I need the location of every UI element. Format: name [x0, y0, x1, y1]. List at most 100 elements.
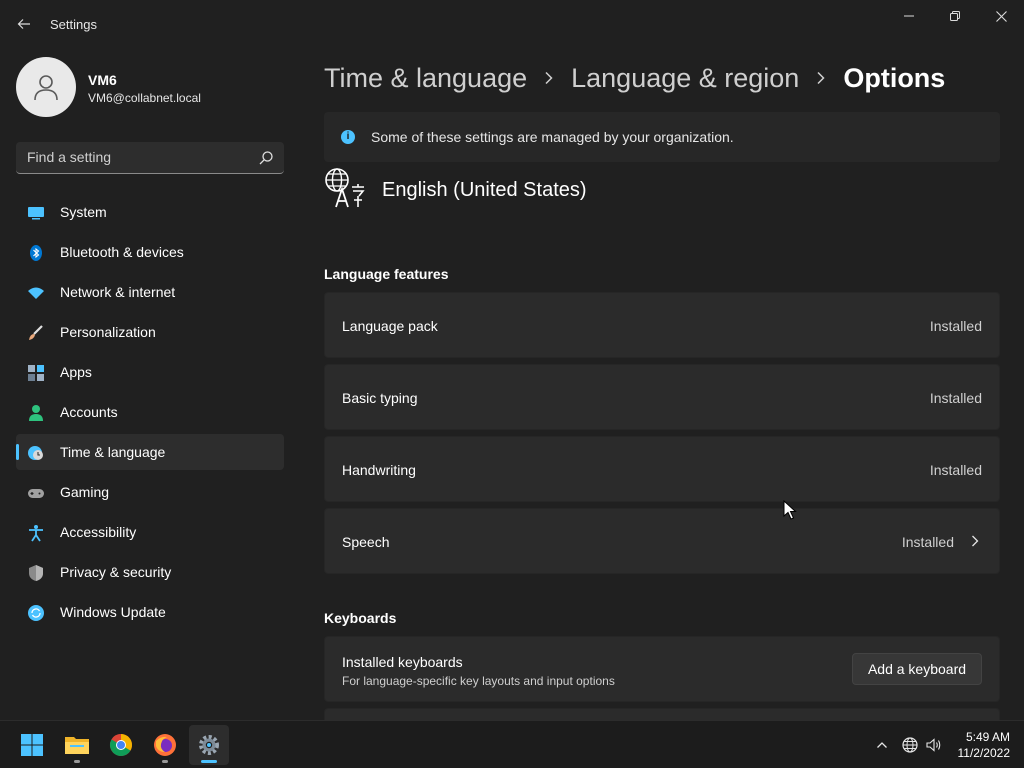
sidebar-item-gaming[interactable]: Gaming — [16, 474, 284, 510]
user-email: VM6@collabnet.local — [88, 91, 201, 105]
sidebar-item-label: Accounts — [60, 404, 118, 420]
taskbar: 5:49 AM 11/2/2022 — [0, 720, 1024, 768]
breadcrumb-item-language-region[interactable]: Language & region — [571, 63, 799, 94]
sidebar-item-accounts[interactable]: Accounts — [16, 394, 284, 430]
sidebar-item-label: Network & internet — [60, 284, 176, 300]
sidebar-item-label: Personalization — [60, 324, 156, 340]
chevron-right-icon — [817, 71, 825, 85]
active-indicator — [201, 760, 217, 763]
info-icon: i — [341, 130, 355, 144]
breadcrumb: Time & language Language & region Option… — [324, 58, 945, 98]
user-name: VM6 — [88, 72, 117, 88]
sidebar-item-windows-update[interactable]: Windows Update — [16, 594, 284, 630]
sidebar-item-label: Windows Update — [60, 604, 166, 620]
breadcrumb-item-time-language[interactable]: Time & language — [324, 63, 527, 94]
chrome-icon — [110, 734, 132, 756]
sidebar-item-label: Privacy & security — [60, 564, 172, 580]
volume-button[interactable] — [924, 735, 944, 755]
status-text: Installed — [929, 318, 982, 334]
clock[interactable]: 5:49 AM 11/2/2022 — [958, 729, 1011, 761]
firefox-icon — [154, 734, 176, 756]
bluetooth-icon — [30, 245, 42, 261]
sidebar-nav: System Bluetooth & devices Network & int… — [16, 194, 284, 634]
content-area[interactable]: i Some of these settings are managed by … — [324, 112, 1000, 720]
sidebar-item-network[interactable]: Network & internet — [16, 274, 284, 310]
sidebar-item-time-language[interactable]: Time & language — [16, 434, 284, 470]
info-bar: i Some of these settings are managed by … — [324, 112, 1000, 162]
search-box[interactable] — [16, 142, 284, 174]
status-text: Installed — [929, 462, 982, 478]
restore-icon — [950, 11, 960, 21]
taskbar-settings[interactable] — [189, 725, 229, 765]
card-label: Handwriting — [342, 462, 416, 478]
sidebar-item-bluetooth[interactable]: Bluetooth & devices — [16, 234, 284, 270]
info-text: Some of these settings are managed by yo… — [371, 129, 734, 145]
next-card — [324, 708, 1000, 720]
shield-icon — [29, 565, 43, 581]
installed-keyboards-title: Installed keyboards — [342, 654, 463, 670]
network-button[interactable] — [900, 735, 920, 755]
running-indicator — [162, 760, 168, 763]
close-icon — [995, 10, 1007, 22]
back-arrow-icon — [17, 19, 30, 29]
section-title-language-features: Language features — [324, 266, 449, 282]
sidebar-item-personalization[interactable]: Personalization — [16, 314, 284, 350]
page-title: Options — [843, 62, 946, 93]
add-keyboard-button[interactable]: Add a keyboard — [852, 653, 982, 685]
sidebar-item-label: Bluetooth & devices — [60, 244, 184, 260]
section-title-keyboards: Keyboards — [324, 610, 397, 626]
chevron-right-icon — [972, 535, 979, 547]
language-pack-card: Language pack Installed — [324, 292, 1000, 358]
brush-icon — [29, 325, 43, 340]
settings-icon — [199, 735, 219, 755]
language-icon — [325, 168, 365, 208]
restore-button[interactable] — [932, 0, 978, 32]
close-button[interactable] — [978, 0, 1024, 32]
installed-keyboards-subtitle: For language-specific key layouts and in… — [342, 674, 615, 688]
minimize-icon — [904, 15, 914, 17]
start-icon — [21, 734, 43, 756]
taskbar-file-explorer[interactable] — [57, 725, 97, 765]
volume-icon — [926, 738, 941, 752]
start-button[interactable] — [12, 725, 52, 765]
card-label: Speech — [342, 534, 390, 550]
sidebar-item-privacy[interactable]: Privacy & security — [16, 554, 284, 590]
sidebar-item-apps[interactable]: Apps — [16, 354, 284, 390]
taskbar-firefox[interactable] — [145, 725, 185, 765]
mouse-cursor-icon — [783, 500, 797, 520]
sidebar-item-label: Gaming — [60, 484, 110, 500]
chevron-up-icon — [877, 742, 887, 748]
sidebar-item-label: Time & language — [60, 444, 166, 460]
sidebar-item-accessibility[interactable]: Accessibility — [16, 514, 284, 550]
speech-card[interactable]: Speech Installed — [324, 508, 1000, 574]
sidebar-item-label: System — [60, 204, 107, 220]
network-globe-icon — [902, 737, 918, 753]
minimize-button[interactable] — [886, 0, 932, 32]
status-text: Installed — [901, 534, 954, 550]
person-icon — [29, 405, 43, 421]
taskbar-chrome[interactable] — [101, 725, 141, 765]
clock-time: 5:49 AM — [965, 730, 1010, 744]
system-icon — [28, 207, 44, 220]
clock-globe-icon — [28, 446, 43, 460]
search-icon[interactable] — [258, 150, 274, 166]
update-icon — [28, 605, 44, 621]
sidebar-item-system[interactable]: System — [16, 194, 284, 230]
gamepad-icon — [28, 489, 44, 498]
file-explorer-icon — [65, 737, 89, 754]
app-title: Settings — [50, 17, 97, 32]
avatar[interactable] — [16, 57, 76, 117]
person-avatar-icon — [34, 75, 58, 101]
title-bar: Settings — [0, 0, 1024, 48]
back-button[interactable] — [10, 10, 38, 38]
chevron-right-icon — [545, 71, 553, 85]
sidebar-item-label: Apps — [60, 364, 92, 380]
accessibility-icon — [29, 525, 43, 542]
card-label: Basic typing — [342, 390, 418, 406]
search-input[interactable] — [16, 142, 252, 172]
show-hidden-icons-button[interactable] — [872, 735, 892, 755]
status-text: Installed — [929, 390, 982, 406]
sidebar-item-label: Accessibility — [60, 524, 137, 540]
running-indicator — [74, 760, 80, 763]
clock-date: 11/2/2022 — [957, 746, 1011, 760]
